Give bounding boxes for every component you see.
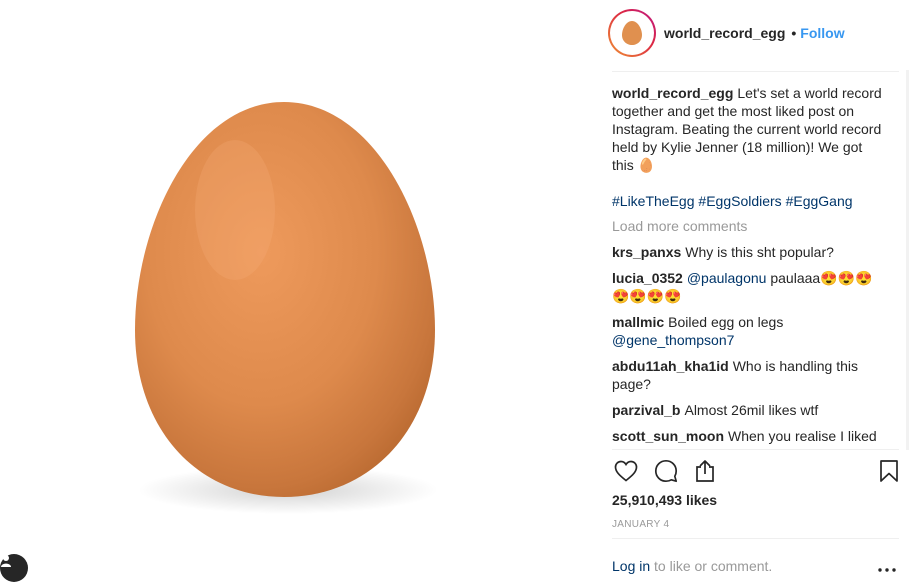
profile-corner-button[interactable] <box>0 554 28 582</box>
hashtag-egggang[interactable]: #EggGang <box>786 193 853 209</box>
list-item: scott_sun_moonWhen you realise I liked i… <box>612 427 887 449</box>
share-icon <box>693 459 717 486</box>
follow-button[interactable]: Follow <box>800 25 844 41</box>
post-panel: world_record_egg • Follow world_record_e… <box>600 0 909 588</box>
post-image[interactable] <box>0 0 600 588</box>
post-date: JANUARY 4 <box>612 519 670 530</box>
like-button[interactable] <box>612 458 640 486</box>
comment-username[interactable]: scott_sun_moon <box>612 428 724 444</box>
comment-text: Boiled egg on legs <box>668 314 784 330</box>
list-item: parzival_b Almost 26mil likes wtf <box>612 401 887 419</box>
login-link[interactable]: Log in <box>612 558 650 574</box>
action-bar <box>612 458 899 486</box>
caption: world_record_egg Let's set a world record… <box>612 84 887 174</box>
login-prompt: Log in to like or comment. <box>612 558 772 574</box>
comments-divider <box>612 449 899 450</box>
comment-username[interactable]: abdu11ah_kha1id <box>612 358 729 374</box>
bookmark-icon <box>879 459 899 486</box>
hashtag-eggsoldiers[interactable]: #EggSoldiers <box>698 193 781 209</box>
more-dots-icon <box>878 559 896 575</box>
footer-divider <box>612 538 899 539</box>
comment-text: Why is this sht popular? <box>685 244 834 260</box>
comment-icon <box>654 459 678 486</box>
hashtag-liketheegg[interactable]: #LikeTheEgg <box>612 193 695 209</box>
comment-username[interactable]: krs_panxs <box>612 244 681 260</box>
comment-username[interactable]: lucia_0352 <box>612 270 683 286</box>
list-item: mallmic Boiled egg on legs @gene_thompson… <box>612 313 887 349</box>
likes-count[interactable]: 25,910,493 likes <box>612 492 717 508</box>
header-username[interactable]: world_record_egg <box>664 25 785 41</box>
caption-username[interactable]: world_record_egg <box>612 85 733 101</box>
comments-list[interactable]: world_record_egg Let's set a world record… <box>612 84 887 449</box>
comment-mention[interactable]: @gene_thompson7 <box>612 332 734 348</box>
post-header: world_record_egg • Follow <box>608 9 845 57</box>
header-separator: • <box>791 25 797 41</box>
list-item: krs_panxs Why is this sht popular? <box>612 243 887 261</box>
comment-username[interactable]: parzival_b <box>612 402 680 418</box>
list-item: abdu11ah_kha1id Who is handling this page… <box>612 357 887 393</box>
more-options-button[interactable] <box>875 558 899 576</box>
load-more-comments[interactable]: Load more comments <box>612 217 887 235</box>
heart-icon <box>614 460 638 485</box>
login-prompt-text: to like or comment. <box>650 558 773 574</box>
list-item: lucia_0352 @paulagonu paulaaa😍😍😍😍😍😍😍 <box>612 269 887 305</box>
egg-avatar-icon <box>622 21 642 45</box>
save-button[interactable] <box>875 458 903 486</box>
header-divider <box>612 71 899 72</box>
comment-button[interactable] <box>652 458 680 486</box>
share-button[interactable] <box>691 458 719 486</box>
comment-mention[interactable]: @paulagonu <box>687 270 767 286</box>
comment-username[interactable]: mallmic <box>612 314 664 330</box>
comment-text: Almost 26mil likes wtf <box>684 402 819 418</box>
egg-image <box>135 102 438 514</box>
avatar[interactable] <box>608 9 656 57</box>
hashtags: #LikeTheEgg #EggSoldiers #EggGang <box>612 192 887 210</box>
